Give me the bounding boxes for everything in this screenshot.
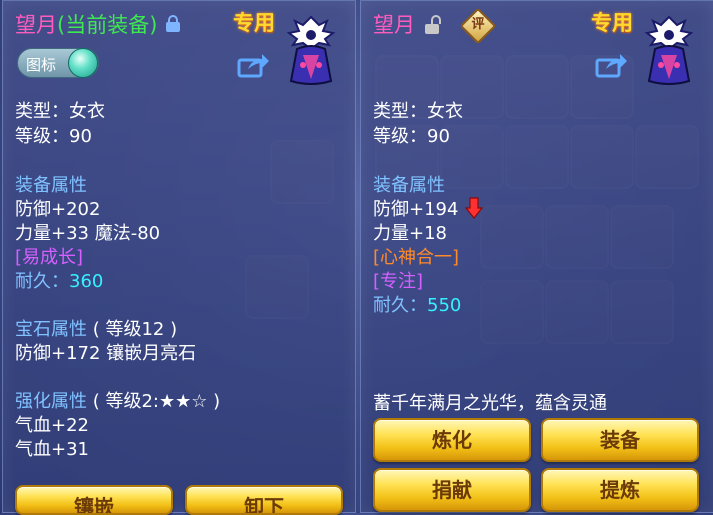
exclusive-label: 专用 <box>591 11 633 35</box>
item-level: 等级：90 <box>373 126 450 147</box>
strength-stat: 力量+18 <box>373 223 447 244</box>
gem-attr-header: 宝石属性 <box>15 319 87 340</box>
enhance-attr: 强化属性 ( 等级2:★★☆ ) <box>15 387 220 413</box>
item-name: 望月 <box>15 13 57 37</box>
down-arrow-icon <box>465 197 483 219</box>
item-title: 望月(当前装备) <box>15 9 157 39</box>
exclusive-label: 专用 <box>233 11 275 35</box>
extract-button[interactable]: 提炼 <box>541 468 699 512</box>
item-name: 望月 <box>373 13 415 37</box>
defense-stat: 防御+202 <box>15 199 101 220</box>
equip-button[interactable]: 装备 <box>541 418 699 462</box>
durability-label: 耐久： <box>373 295 427 316</box>
share-icon[interactable] <box>236 51 270 79</box>
special-effect: [易成长] <box>15 247 84 268</box>
enhance-level: ( 等级2:★★☆ ) <box>92 391 221 412</box>
gem-level: ( 等级12 ) <box>92 319 178 340</box>
durability: 耐久：360 <box>15 267 103 293</box>
share-icon[interactable] <box>594 51 628 79</box>
portrait-icon <box>644 15 694 85</box>
gem-attr: 宝石属性 ( 等级12 ) <box>15 315 177 341</box>
portrait-icon <box>286 15 336 85</box>
hp-stat-2: 气血+31 <box>15 439 89 460</box>
defense-stat: 防御+194 <box>373 199 459 220</box>
unlock-icon[interactable] <box>425 15 441 34</box>
rate-badge-label: 评 <box>471 17 485 32</box>
item-type: 类型：女衣 <box>15 101 105 122</box>
item-level: 等级：90 <box>15 126 92 147</box>
enhance-attr-header: 强化属性 <box>15 391 87 412</box>
compare-item-tooltip: 望月 评 专用 类型：女衣 等级：90 装备属性 防御+194 力量+18 [心… <box>360 0 713 513</box>
lock-icon[interactable] <box>166 15 180 32</box>
toggle-label: 图标 <box>26 56 57 74</box>
durability-value: 550 <box>427 295 462 316</box>
inlay-button[interactable]: 镶嵌 <box>15 485 173 515</box>
toggle-knob[interactable] <box>68 48 98 78</box>
special-effect-2: [专注] <box>373 271 424 292</box>
durability: 耐久：550 <box>373 291 461 317</box>
durability-label: 耐久： <box>15 271 69 292</box>
gem-detail: 防御+172 镶嵌月亮石 <box>15 343 197 364</box>
unequip-button[interactable]: 卸下 <box>185 485 343 515</box>
item-description: 蓄千年满月之光华，蕴含灵通 <box>373 393 607 414</box>
special-effect-1: [心神合一] <box>373 247 460 268</box>
equip-attr-header: 装备属性 <box>373 175 445 196</box>
strength-magic-stat: 力量+33 魔法-80 <box>15 223 161 244</box>
durability-value: 360 <box>69 271 104 292</box>
donate-button[interactable]: 捐献 <box>373 468 531 512</box>
equipped-tag: (当前装备) <box>57 13 158 37</box>
hp-stat-1: 气血+22 <box>15 415 89 436</box>
equipped-item-tooltip: 望月(当前装备) 专用 图标 类型：女衣 等级：90 装备属性 防御+202 力… <box>2 0 356 515</box>
item-type: 类型：女衣 <box>373 101 463 122</box>
refine-button[interactable]: 炼化 <box>373 418 531 462</box>
equip-attr-header: 装备属性 <box>15 175 87 196</box>
icon-toggle[interactable]: 图标 <box>17 48 99 78</box>
